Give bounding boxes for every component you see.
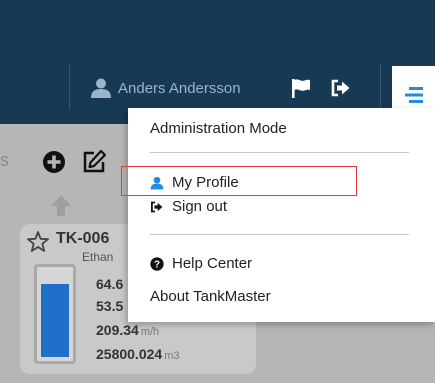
flag-icon bbox=[292, 79, 310, 98]
menu-separator bbox=[150, 152, 409, 153]
menu-item-sign-out[interactable]: Sign out bbox=[150, 198, 227, 215]
svg-text:?: ? bbox=[154, 259, 160, 270]
question-circle-icon: ? bbox=[150, 256, 164, 271]
top-bar: Anders Andersson bbox=[0, 0, 435, 124]
plus-circle-icon bbox=[43, 151, 65, 173]
sign-out-icon bbox=[151, 201, 163, 212]
menu-item-about-tankmaster[interactable]: About TankMaster bbox=[150, 288, 271, 305]
flag-button[interactable] bbox=[288, 76, 314, 100]
tank-level-gauge bbox=[34, 264, 76, 364]
my-profile-highlight bbox=[121, 166, 357, 196]
user-divider bbox=[69, 64, 70, 110]
sign-out-icon bbox=[331, 79, 350, 97]
user-icon bbox=[91, 78, 111, 98]
user-dropdown-menu: Administration Mode My Profile Sign out … bbox=[128, 108, 435, 322]
menu-divider bbox=[380, 64, 381, 110]
up-arrow-icon bbox=[51, 195, 71, 216]
user-menu[interactable]: Anders Andersson bbox=[90, 76, 241, 100]
tank-volume: 25800.024 m3 bbox=[96, 346, 180, 362]
tank-product: Ethan bbox=[82, 250, 114, 264]
menu-separator bbox=[150, 234, 409, 235]
edit-icon bbox=[83, 149, 107, 173]
menu-item-administration-mode[interactable]: Administration Mode bbox=[150, 120, 287, 137]
tank-value-2: 53.5 bbox=[96, 298, 124, 314]
favorite-star-icon[interactable] bbox=[26, 230, 50, 254]
tank-level-fill bbox=[41, 283, 69, 357]
user-name: Anders Andersson bbox=[118, 79, 241, 97]
tank-name: TK-006 bbox=[56, 230, 110, 247]
menu-item-help-center[interactable]: ? Help Center bbox=[150, 255, 252, 272]
sign-out-button[interactable] bbox=[328, 76, 354, 100]
tank-flow-rate: 209.34 m/h bbox=[96, 322, 160, 338]
add-button[interactable] bbox=[40, 148, 68, 176]
tank-value-1: 64.6 bbox=[96, 276, 124, 292]
edit-button[interactable] bbox=[80, 148, 108, 176]
tab-label-fragment[interactable]: s bbox=[0, 150, 9, 171]
hamburger-menu-icon bbox=[404, 87, 423, 103]
